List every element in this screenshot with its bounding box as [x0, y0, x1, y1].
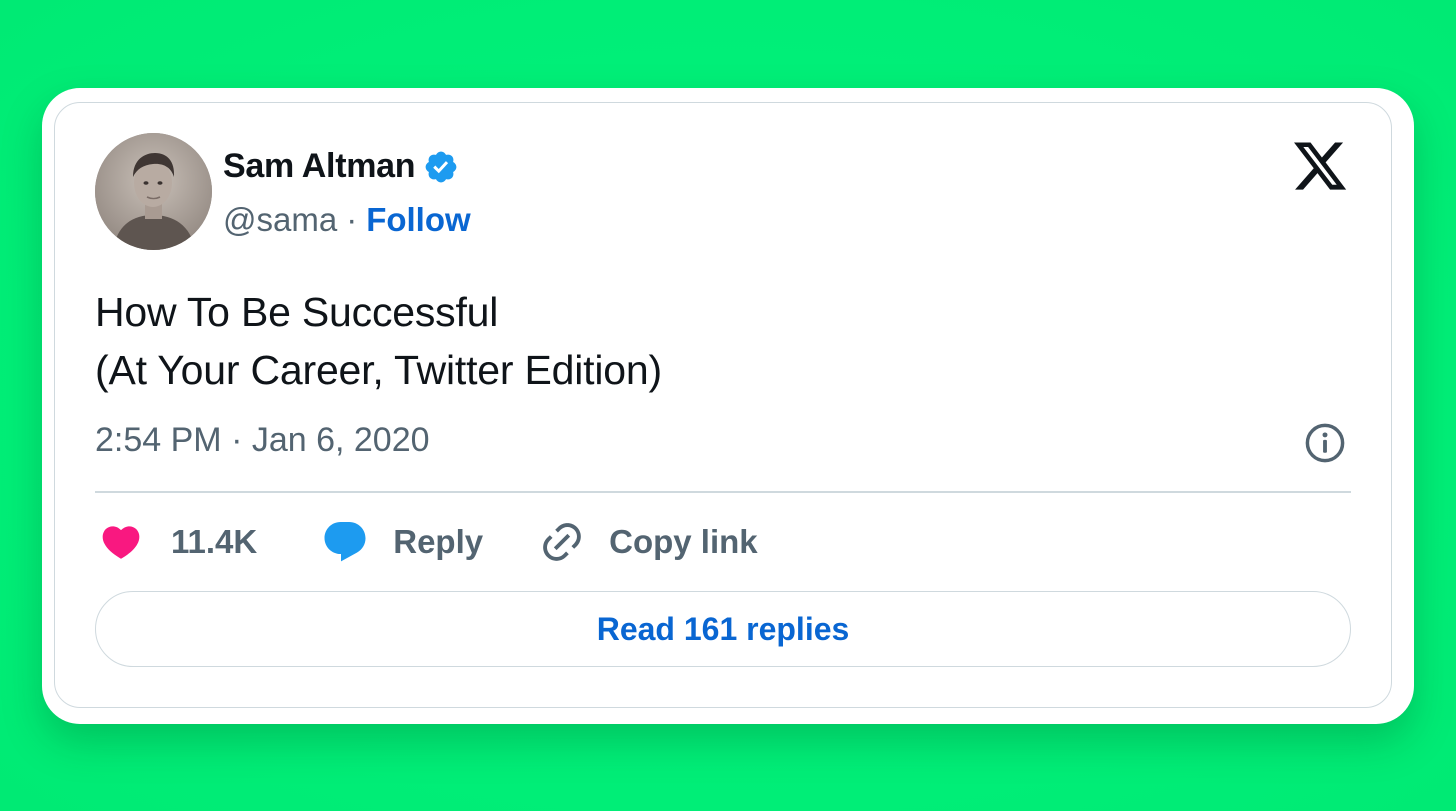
author-name-row: Sam Altman [223, 147, 459, 186]
handle-separator: · [346, 201, 358, 238]
follow-button[interactable]: Follow [366, 201, 470, 239]
read-replies-button[interactable]: Read 161 replies [95, 591, 1351, 667]
copy-link-label: Copy link [609, 523, 758, 560]
like-count: 11.4K [171, 523, 258, 560]
action-bar: 11.4K Reply Copy link [99, 515, 758, 569]
like-button[interactable]: 11.4K [99, 520, 257, 564]
tweet-text-line-2: (At Your Career, Twitter Edition) [95, 347, 662, 393]
tweet-text-line-1: How To Be Successful [95, 289, 499, 335]
tweet-text: How To Be Successful (At Your Career, Tw… [95, 283, 662, 399]
info-icon[interactable] [1303, 421, 1347, 465]
author-handle[interactable]: @sama [223, 201, 337, 239]
tweet-card: Sam Altman @sama · Follow How To Be Succ… [54, 102, 1392, 708]
heart-icon [99, 520, 143, 564]
x-logo-icon[interactable] [1291, 137, 1349, 195]
tweet-timestamp[interactable]: 2:54 PM · Jan 6, 2020 [95, 421, 430, 460]
author-handle-row: @sama · Follow [223, 201, 471, 239]
avatar[interactable] [95, 133, 212, 250]
avatar-photo [95, 133, 212, 250]
verified-badge-icon [423, 149, 459, 185]
reply-button[interactable]: Reply [321, 518, 483, 566]
author-name[interactable]: Sam Altman [223, 147, 416, 186]
link-icon [539, 519, 585, 565]
speech-bubble-icon [321, 518, 369, 566]
reply-label: Reply [393, 523, 484, 560]
divider [95, 491, 1351, 493]
copy-link-button[interactable]: Copy link [539, 519, 758, 565]
page-background: Sam Altman @sama · Follow How To Be Succ… [0, 0, 1456, 811]
